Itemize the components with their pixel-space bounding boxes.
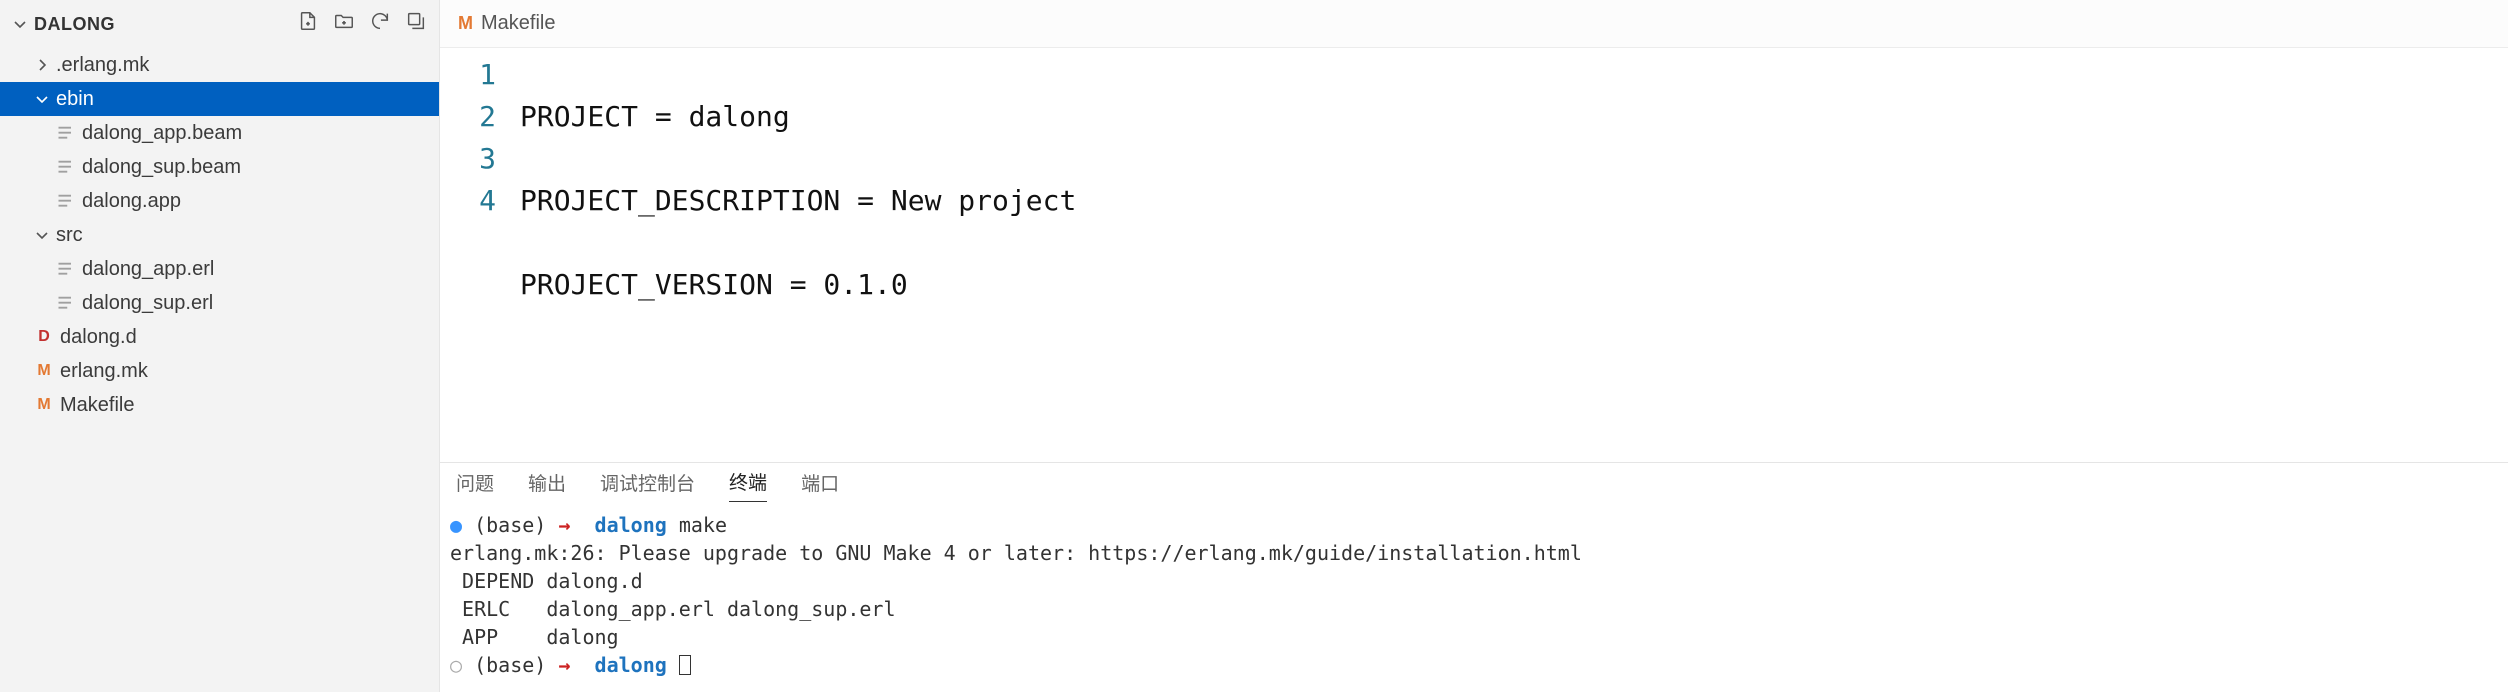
file-icon [56, 293, 76, 313]
d-file-icon: D [34, 327, 54, 347]
terminal-output: ERLC dalong_app.erl dalong_sup.erl [450, 595, 2498, 623]
code-line: PROJECT_VERSION = 0.1.0 [520, 264, 2508, 306]
prompt-cwd: dalong [595, 653, 667, 677]
tree-file[interactable]: dalong_app.erl [0, 252, 439, 286]
tree-folder-ebin[interactable]: ebin [0, 82, 439, 116]
prompt-env: (base) [474, 513, 546, 537]
tab-output[interactable]: 输出 [528, 469, 566, 502]
file-icon [56, 123, 76, 143]
tree-label: Makefile [60, 394, 134, 417]
sidebar-header: DALONG [0, 0, 439, 48]
explorer-title[interactable]: DALONG [12, 14, 115, 35]
line-number: 3 [440, 138, 496, 180]
code-line: PROJECT = dalong [520, 96, 2508, 138]
new-folder-icon[interactable] [333, 10, 355, 38]
terminal-line: ○ (base) → dalong [450, 651, 2498, 679]
tree-label: erlang.mk [60, 360, 148, 383]
tree-label: dalong_sup.beam [82, 156, 241, 179]
prompt-arrow-icon: → [558, 653, 570, 677]
tree-file[interactable]: dalong_sup.beam [0, 150, 439, 184]
tree-label: dalong.app [82, 190, 181, 213]
makefile-icon: M [34, 395, 54, 415]
tab-terminal[interactable]: 终端 [729, 468, 767, 502]
makefile-icon: M [34, 361, 54, 381]
tree-label: src [56, 224, 83, 247]
code-content[interactable]: PROJECT = dalong PROJECT_DESCRIPTION = N… [520, 54, 2508, 462]
prompt-env: (base) [474, 653, 546, 677]
tree-file-erlang-mk[interactable]: M erlang.mk [0, 354, 439, 388]
sidebar-actions [297, 10, 427, 38]
file-icon [56, 259, 76, 279]
tree-label: dalong.d [60, 326, 137, 349]
editor-tabbar: M Makefile [440, 0, 2508, 48]
tab-ports[interactable]: 端口 [801, 469, 839, 502]
line-number: 2 [440, 96, 496, 138]
tree-file-dalong-d[interactable]: D dalong.d [0, 320, 439, 354]
file-icon [56, 191, 76, 211]
chevron-down-icon [12, 16, 28, 32]
chevron-down-icon [34, 227, 50, 243]
main-area: M Makefile 1 2 3 4 PROJECT = dalong PROJ… [440, 0, 2508, 692]
makefile-icon: M [458, 13, 473, 34]
chevron-right-icon [34, 57, 50, 73]
file-icon [56, 157, 76, 177]
code-editor[interactable]: 1 2 3 4 PROJECT = dalong PROJECT_DESCRIP… [440, 48, 2508, 462]
terminal[interactable]: ● (base) → dalong make erlang.mk:26: Ple… [440, 507, 2508, 692]
code-line: PROJECT_DESCRIPTION = New project [520, 180, 2508, 222]
terminal-output: DEPEND dalong.d [450, 567, 2498, 595]
prompt-command: make [679, 513, 727, 537]
project-name: DALONG [34, 14, 115, 35]
collapse-all-icon[interactable] [405, 10, 427, 38]
terminal-cursor [679, 655, 691, 675]
prompt-dot-icon: ○ [450, 653, 462, 677]
tree-folder-src[interactable]: src [0, 218, 439, 252]
tree-label: ebin [56, 88, 94, 111]
panel-tabs: 问题 输出 调试控制台 终端 端口 [440, 463, 2508, 507]
terminal-output: APP dalong [450, 623, 2498, 651]
prompt-cwd: dalong [595, 513, 667, 537]
file-tree: .erlang.mk ebin dalong_app.beam dalong_s… [0, 48, 439, 692]
bottom-panel: 问题 输出 调试控制台 终端 端口 ● (base) → dalong make… [440, 462, 2508, 692]
refresh-icon[interactable] [369, 10, 391, 38]
prompt-dot-icon: ● [450, 513, 462, 537]
editor-tab-name[interactable]: Makefile [481, 12, 555, 35]
tree-file[interactable]: dalong_sup.erl [0, 286, 439, 320]
chevron-down-icon [34, 91, 50, 107]
line-gutter: 1 2 3 4 [440, 54, 520, 462]
tree-label: dalong_sup.erl [82, 292, 213, 315]
terminal-output: erlang.mk:26: Please upgrade to GNU Make… [450, 539, 2498, 567]
tree-label: dalong_app.beam [82, 122, 242, 145]
tree-label: .erlang.mk [56, 54, 149, 77]
terminal-line: ● (base) → dalong make [450, 511, 2498, 539]
sidebar: DALONG .erlang.mk ebin dalong_app.beam d… [0, 0, 440, 692]
tab-problems[interactable]: 问题 [456, 469, 494, 502]
line-number: 1 [440, 54, 496, 96]
line-number: 4 [440, 180, 496, 222]
tree-label: dalong_app.erl [82, 258, 214, 281]
tree-file-makefile[interactable]: M Makefile [0, 388, 439, 422]
tree-file[interactable]: dalong_app.beam [0, 116, 439, 150]
tree-file[interactable]: dalong.app [0, 184, 439, 218]
tree-folder-erlangmk[interactable]: .erlang.mk [0, 48, 439, 82]
new-file-icon[interactable] [297, 10, 319, 38]
tab-debug-console[interactable]: 调试控制台 [600, 469, 695, 502]
prompt-arrow-icon: → [558, 513, 570, 537]
